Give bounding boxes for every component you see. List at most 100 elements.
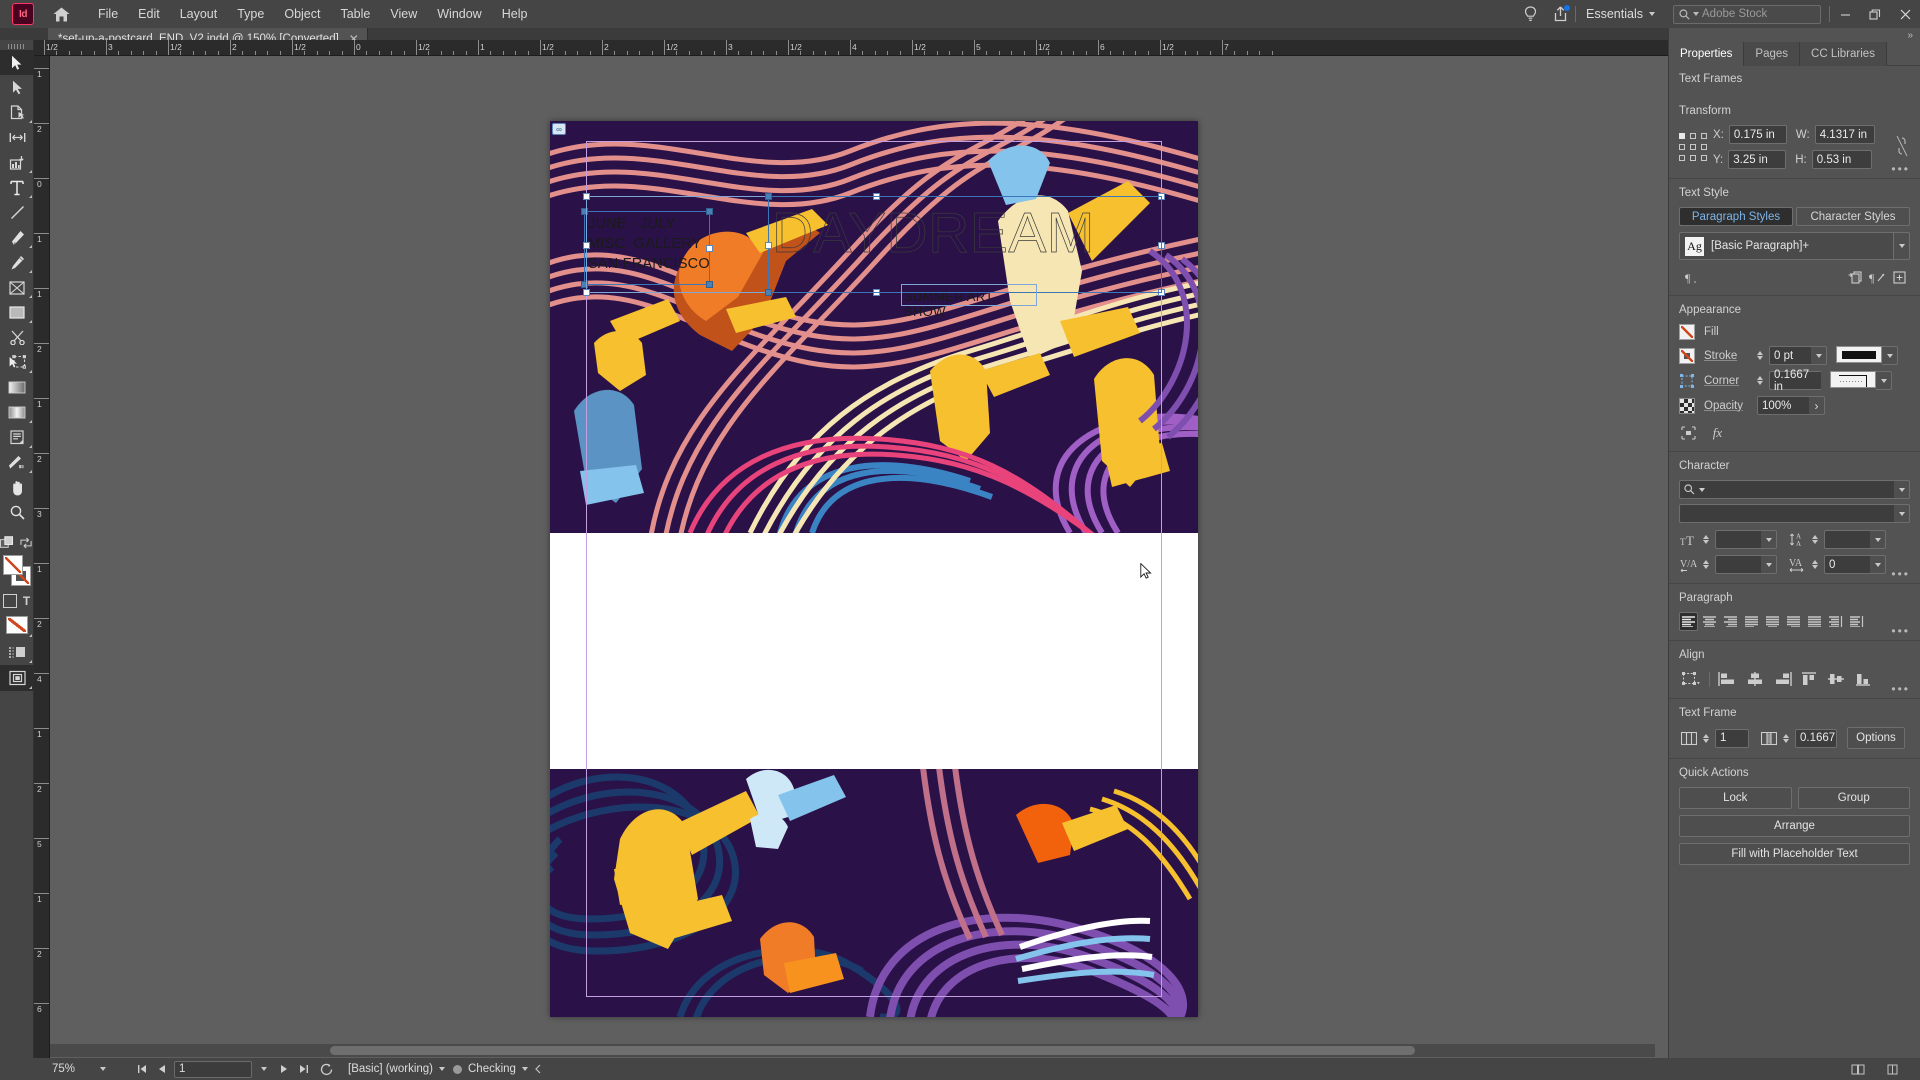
- stroke-weight-chevron-icon[interactable]: [1811, 346, 1827, 365]
- gradient-feather-tool[interactable]: [0, 400, 34, 425]
- page-number-input[interactable]: 1: [174, 1060, 252, 1078]
- align-center-button[interactable]: [1700, 612, 1719, 631]
- document-canvas[interactable]: ∞ JUNE - JULY MISC. GALLERY SAN FRANCISC…: [50, 56, 1668, 1062]
- restore-button[interactable]: [1860, 0, 1890, 28]
- paragraph-mark-icon[interactable]: ¶: [1679, 268, 1701, 286]
- corner-shape-chevron-icon[interactable]: [1876, 371, 1892, 390]
- opacity-expand-icon[interactable]: ›: [1809, 396, 1825, 415]
- tracking-input[interactable]: 0: [1824, 555, 1870, 574]
- corner-size-input[interactable]: 0.1667 in: [1769, 369, 1821, 393]
- align-top-edges-button[interactable]: [1797, 669, 1821, 689]
- font-family-input[interactable]: [1679, 480, 1894, 499]
- zoom-level-control[interactable]: 75%: [52, 1063, 132, 1075]
- rectangle-tool[interactable]: [0, 300, 34, 325]
- h-input[interactable]: 0.53 in: [1811, 150, 1872, 169]
- menu-table[interactable]: Table: [330, 3, 380, 25]
- stroke-weight-combo[interactable]: 0 pt: [1769, 346, 1827, 365]
- formatting-affects-text-icon[interactable]: T: [23, 594, 30, 608]
- artwork-bottom[interactable]: [550, 769, 1198, 1017]
- font-style-combo[interactable]: [1679, 504, 1910, 523]
- y-input[interactable]: 3.25 in: [1728, 150, 1787, 169]
- opacity-combo[interactable]: 100% ›: [1757, 396, 1825, 415]
- align-left-button[interactable]: [1679, 612, 1698, 631]
- next-page-button[interactable]: [274, 1064, 294, 1074]
- x-input[interactable]: 0.175 in: [1728, 125, 1787, 144]
- zoom-chevron-icon[interactable]: [100, 1067, 106, 1071]
- horizontal-scrollbar[interactable]: [50, 1044, 1655, 1057]
- free-transform-tool[interactable]: [0, 350, 34, 375]
- type-tool[interactable]: [0, 175, 34, 200]
- gutter-input[interactable]: 0.1667: [1795, 728, 1837, 748]
- stroke-style-chevron-icon[interactable]: [1882, 346, 1898, 365]
- align-bottom-edges-button[interactable]: [1851, 669, 1875, 689]
- status-expand-button[interactable]: [528, 1064, 548, 1074]
- corner-shape-combo[interactable]: [1830, 371, 1892, 390]
- text-frame-options-button[interactable]: Options: [1847, 727, 1905, 749]
- vertical-ruler[interactable]: 1 2 0 1 1 2 1 2 3 1 2 4 1 2 5 1 2 6: [34, 56, 50, 1062]
- horizontal-scrollbar-thumb[interactable]: [330, 1046, 1415, 1055]
- direct-selection-tool[interactable]: [0, 75, 34, 100]
- menu-file[interactable]: File: [88, 3, 128, 25]
- image-link-badge-icon[interactable]: ∞: [552, 123, 566, 135]
- font-style-chevron-icon[interactable]: [1894, 504, 1910, 523]
- font-size-input[interactable]: [1715, 530, 1761, 549]
- align-more-options[interactable]: •••: [1891, 683, 1910, 695]
- kerning-input[interactable]: [1715, 555, 1761, 574]
- justify-last-right-button[interactable]: [1784, 612, 1803, 631]
- reference-point-proxy[interactable]: [1679, 133, 1707, 161]
- page-view-spread-icon[interactable]: [1882, 1064, 1902, 1075]
- leading-combo[interactable]: [1824, 530, 1886, 549]
- stroke-style-combo[interactable]: [1836, 346, 1898, 365]
- page-view-single-icon[interactable]: [1848, 1064, 1868, 1075]
- minimize-button[interactable]: [1830, 0, 1860, 28]
- stroke-weight-input[interactable]: 0 pt: [1769, 346, 1811, 365]
- tab-pages[interactable]: Pages: [1744, 42, 1801, 66]
- corner-label[interactable]: Corner: [1704, 375, 1752, 387]
- arrange-button[interactable]: Arrange: [1679, 815, 1910, 837]
- apply-to-frame-icon[interactable]: [0, 536, 14, 550]
- menu-view[interactable]: View: [380, 3, 427, 25]
- object-effects-icon[interactable]: [1679, 423, 1698, 442]
- fill-stroke-swatches[interactable]: [0, 555, 34, 591]
- transform-more-options[interactable]: •••: [1891, 163, 1910, 175]
- clear-overrides-icon[interactable]: ¶: [1866, 268, 1888, 286]
- group-button[interactable]: Group: [1797, 787, 1910, 809]
- adobe-stock-search-input[interactable]: Adobe Stock: [1673, 4, 1821, 24]
- leading-stepper[interactable]: [1812, 535, 1818, 544]
- line-tool[interactable]: [0, 200, 34, 225]
- selection-tool[interactable]: [0, 50, 34, 75]
- font-size-stepper[interactable]: [1703, 535, 1709, 544]
- rectangle-frame-tool[interactable]: [0, 275, 34, 300]
- discover-bulb-icon[interactable]: [1515, 0, 1545, 28]
- paragraph-style-select[interactable]: Ag [Basic Paragraph]+: [1679, 232, 1910, 260]
- gradient-swatch-tool[interactable]: [0, 375, 34, 400]
- fill-color-swatch[interactable]: [1679, 324, 1695, 340]
- zoom-tool[interactable]: [0, 500, 34, 525]
- pen-tool[interactable]: [0, 225, 34, 250]
- menu-window[interactable]: Window: [427, 3, 491, 25]
- lock-button[interactable]: Lock: [1679, 787, 1792, 809]
- opacity-input[interactable]: 100%: [1757, 396, 1809, 415]
- opacity-label[interactable]: Opacity: [1704, 400, 1752, 412]
- align-away-spine-button[interactable]: [1847, 612, 1866, 631]
- close-button[interactable]: [1890, 0, 1920, 28]
- artwork-top[interactable]: ∞: [550, 121, 1198, 533]
- paragraph-styles-tab[interactable]: Paragraph Styles: [1679, 207, 1793, 226]
- tab-cc-libraries[interactable]: CC Libraries: [1800, 42, 1887, 66]
- columns-stepper[interactable]: [1703, 733, 1709, 743]
- tracking-stepper[interactable]: [1812, 560, 1818, 569]
- font-size-combo[interactable]: [1715, 530, 1777, 549]
- justify-all-button[interactable]: [1805, 612, 1824, 631]
- corner-options-icon[interactable]: [1679, 373, 1695, 389]
- tools-panel-grip[interactable]: [0, 40, 33, 50]
- load-styles-icon[interactable]: [1844, 268, 1866, 286]
- hand-tool[interactable]: [0, 475, 34, 500]
- selection-frame-subhead[interactable]: [901, 284, 1037, 306]
- align-toward-spine-button[interactable]: [1826, 612, 1845, 631]
- align-right-edges-button[interactable]: [1770, 669, 1794, 689]
- corner-shape-preview[interactable]: [1830, 371, 1876, 388]
- screen-mode-button[interactable]: [0, 665, 34, 691]
- justify-last-left-button[interactable]: [1742, 612, 1761, 631]
- stroke-style-preview[interactable]: [1836, 346, 1882, 363]
- tab-properties[interactable]: Properties: [1669, 42, 1745, 66]
